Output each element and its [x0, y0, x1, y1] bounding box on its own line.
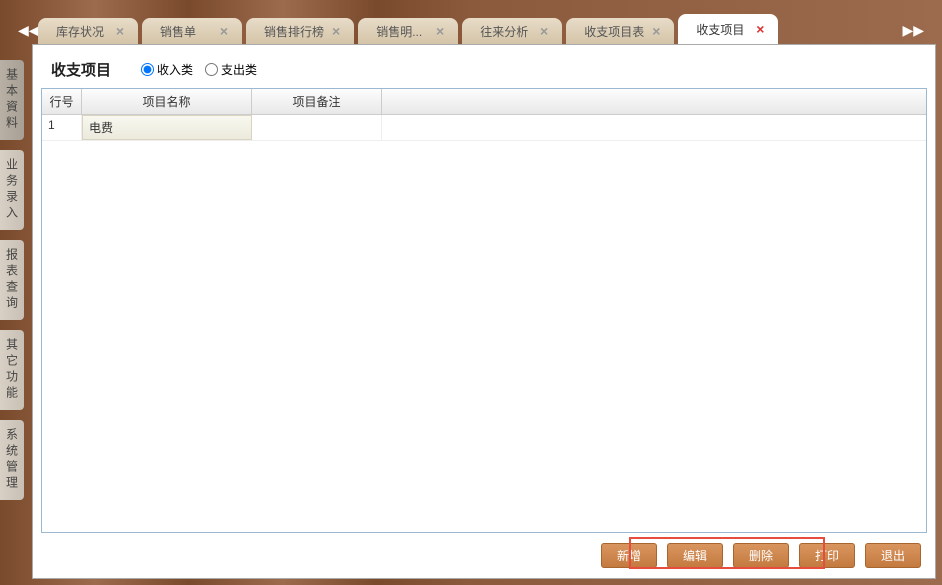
close-icon[interactable]: ×: [332, 23, 340, 39]
main-panel: 收支项目 收入类 支出类 行号 项目名称 项目备注 1 电费: [32, 44, 936, 579]
panel-title: 收支项目: [51, 59, 111, 80]
grid-body[interactable]: 1 电费: [42, 115, 926, 532]
footer: 新增 编辑 删除 打印 退出: [33, 533, 935, 578]
sidebar-item-label: 系统管理: [4, 428, 21, 492]
tab-label: 销售排行榜: [264, 23, 324, 40]
nav-next-icon[interactable]: ▶▶: [902, 22, 924, 39]
grid-header: 行号 项目名称 项目备注: [42, 89, 926, 115]
cell-row: 1: [42, 115, 82, 140]
radio-label: 支出类: [221, 61, 257, 78]
add-button[interactable]: 新增: [601, 543, 657, 568]
tab-contact-analysis[interactable]: 往来分析 ×: [462, 18, 562, 44]
delete-button[interactable]: 删除: [733, 543, 789, 568]
panel-header: 收支项目 收入类 支出类: [33, 45, 935, 88]
cell-note[interactable]: [252, 115, 382, 140]
table-row[interactable]: 1 电费: [42, 115, 926, 141]
close-icon[interactable]: ×: [540, 23, 548, 39]
sidebar-item-biz-entry[interactable]: 业务录入: [0, 150, 24, 230]
highlight-box: [629, 537, 825, 569]
edit-button[interactable]: 编辑: [667, 543, 723, 568]
tab-income-expense-item[interactable]: 收支项目 ×: [678, 14, 778, 44]
col-header-row[interactable]: 行号: [42, 89, 82, 114]
sidebar-item-label: 报表查询: [4, 248, 21, 312]
radio-income-input[interactable]: [141, 63, 154, 76]
print-button[interactable]: 打印: [799, 543, 855, 568]
close-icon[interactable]: ×: [220, 23, 228, 39]
tab-label: 收支项目表: [584, 23, 644, 40]
sidebar-item-basic-data[interactable]: 基本資料: [0, 60, 24, 140]
radio-group: 收入类 支出类: [141, 61, 257, 78]
data-grid: 行号 项目名称 项目备注 1 电费: [41, 88, 927, 533]
tab-sales-rank[interactable]: 销售排行榜 ×: [246, 18, 354, 44]
close-icon[interactable]: ×: [652, 23, 660, 39]
tab-sales-order[interactable]: 销售单 ×: [142, 18, 242, 44]
sidebar-item-report-query[interactable]: 报表查询: [0, 240, 24, 320]
radio-label: 收入类: [157, 61, 193, 78]
tab-bar: 库存状况 × 销售单 × 销售排行榜 × 销售明... × 往来分析 × 收支项…: [0, 0, 942, 44]
sidebar-item-system-mgmt[interactable]: 系统管理: [0, 420, 24, 500]
radio-expense[interactable]: 支出类: [205, 61, 257, 78]
sidebar: 基本資料 业务录入 报表查询 其它功能 系统管理: [0, 60, 24, 500]
cell-name[interactable]: 电费: [82, 115, 252, 140]
nav-prev-icon[interactable]: ◀◀: [18, 22, 40, 39]
tab-income-expense-list[interactable]: 收支项目表 ×: [566, 18, 674, 44]
tab-label: 销售明...: [376, 23, 422, 40]
col-header-note[interactable]: 项目备注: [252, 89, 382, 114]
tab-label: 销售单: [160, 23, 196, 40]
tab-label: 往来分析: [480, 23, 528, 40]
tab-sales-detail[interactable]: 销售明... ×: [358, 18, 458, 44]
tab-label: 库存状况: [56, 23, 104, 40]
radio-income[interactable]: 收入类: [141, 61, 193, 78]
close-icon[interactable]: ×: [756, 21, 764, 37]
sidebar-item-label: 其它功能: [4, 338, 21, 402]
close-icon[interactable]: ×: [116, 23, 124, 39]
close-icon[interactable]: ×: [436, 23, 444, 39]
exit-button[interactable]: 退出: [865, 543, 921, 568]
tab-inventory[interactable]: 库存状况 ×: [38, 18, 138, 44]
radio-expense-input[interactable]: [205, 63, 218, 76]
sidebar-item-label: 基本資料: [4, 68, 21, 132]
tab-label: 收支项目: [696, 21, 744, 38]
sidebar-item-other-func[interactable]: 其它功能: [0, 330, 24, 410]
sidebar-item-label: 业务录入: [4, 158, 21, 222]
col-header-name[interactable]: 项目名称: [82, 89, 252, 114]
